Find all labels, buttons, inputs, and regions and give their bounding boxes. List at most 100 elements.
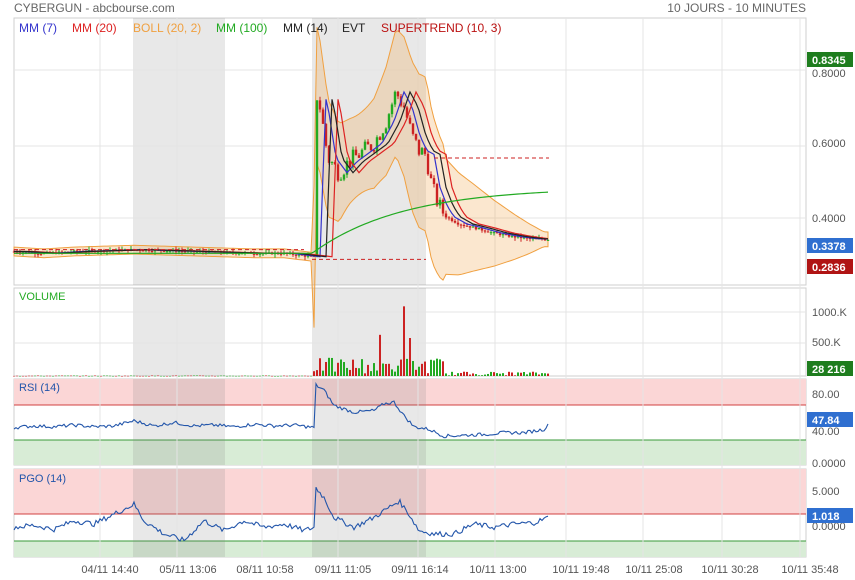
x-tick-3: 09/11 11:05 [315, 564, 371, 576]
candle-body [342, 174, 346, 180]
volume-bar [430, 359, 432, 376]
legend: MM (7) MM (20) BOLL (20, 2) MM (100) MM (14)… [19, 21, 501, 35]
volume-bar [400, 359, 402, 376]
volume-bar [154, 375, 156, 377]
candle-body [492, 232, 496, 234]
volume-bar [37, 375, 39, 377]
candle-body [414, 133, 418, 140]
volume-bar [334, 371, 336, 376]
candle-body [453, 220, 457, 223]
x-tick-4: 09/11 16:14 [391, 564, 448, 576]
volume-bar [115, 375, 117, 377]
candle-body [165, 251, 169, 253]
candle-body [465, 225, 469, 227]
volume-bar [526, 374, 528, 376]
volume-bar [67, 375, 69, 377]
volume-bar [394, 371, 396, 376]
candle-body [411, 123, 415, 134]
volume-bar [178, 375, 180, 377]
price-badge-low-label: 0.2836 [812, 262, 846, 274]
candle-body [501, 234, 505, 236]
volume-bar [460, 372, 462, 376]
volume-bar [376, 370, 378, 376]
pgo-badge-label: 1.018 [812, 511, 840, 523]
volume-bar [295, 375, 297, 377]
candle-body [423, 148, 427, 154]
volume-bar [475, 374, 477, 376]
volume-bar [133, 375, 135, 377]
candle-body [315, 100, 319, 257]
volume-bar [352, 359, 354, 376]
legend-item-6: SUPERTREND (10, 3) [381, 21, 501, 35]
volume-bar [292, 375, 294, 377]
volume-bar [478, 375, 480, 376]
volume-bar [259, 375, 261, 377]
candle-body [477, 227, 481, 230]
volume-bar [85, 375, 87, 377]
volume-bar [205, 375, 207, 377]
volume-bar [472, 373, 474, 376]
legend-item-5: EVT [342, 21, 366, 35]
candle-body [498, 233, 502, 236]
candle-body [150, 250, 154, 252]
volume-bar [385, 363, 387, 376]
volume-bar [484, 374, 486, 376]
volume-bar [79, 375, 81, 377]
candle-body [396, 91, 400, 97]
volume-bar [166, 375, 168, 377]
volume-bar [169, 375, 171, 377]
volume-bar [436, 358, 438, 376]
price-badge-low: 0.2836 [807, 259, 853, 274]
volume-bar [82, 375, 84, 377]
x-tick-9: 10/11 35:48 [781, 564, 838, 576]
volume-bar [262, 375, 264, 377]
volume-bar [226, 375, 228, 377]
x-tick-6: 10/11 19:48 [552, 564, 609, 576]
volume-bar [235, 375, 237, 377]
candle-body [471, 226, 475, 228]
candle-body [408, 117, 412, 124]
volume-bar [127, 375, 129, 377]
volume-bar [139, 375, 141, 377]
volume-bar [418, 366, 420, 376]
candle-body [468, 226, 472, 228]
volume-bar [124, 375, 126, 377]
volume-bar [103, 375, 105, 377]
volume-bar [439, 359, 441, 376]
candle-body [363, 141, 367, 150]
price-tick-0: 0.8000 [812, 68, 846, 80]
volume-bar [421, 363, 423, 376]
candle-body [255, 254, 259, 256]
volume-bar [382, 363, 384, 376]
volume-bar [175, 375, 177, 377]
volume-bar [457, 373, 459, 376]
chart-canvas: CYBERGUN - abcbourse.com 10 JOURS - 10 M… [12, 1, 853, 576]
legend-item-1: MM (20) [72, 21, 117, 35]
volume-bar [331, 357, 333, 376]
candle-body [510, 235, 514, 237]
volume-bar [502, 373, 504, 376]
volume-bar [151, 375, 153, 377]
volume-bar [520, 372, 522, 376]
legend-item-4: MM (14) [283, 21, 328, 35]
volume-bar [97, 375, 99, 377]
volume-bar [214, 375, 216, 377]
volume-bar [454, 375, 456, 376]
candle-body [387, 114, 391, 129]
candle-body [417, 139, 421, 155]
volume-bar [148, 375, 150, 377]
volume-bar [253, 375, 255, 377]
candle-body [447, 217, 451, 219]
volume-bar [313, 371, 315, 376]
price-tick-1: 0.6000 [812, 138, 846, 150]
volume-bar [301, 375, 303, 377]
candle-body [360, 149, 364, 158]
volume-bar [94, 375, 96, 377]
volume-bar [271, 375, 273, 377]
volume-bar [316, 370, 318, 376]
rsi-badge-label: 47.84 [812, 415, 840, 427]
volume-bar [538, 374, 540, 376]
candle-body [336, 164, 340, 181]
volume-bar [145, 375, 147, 377]
candle-body [354, 149, 358, 156]
